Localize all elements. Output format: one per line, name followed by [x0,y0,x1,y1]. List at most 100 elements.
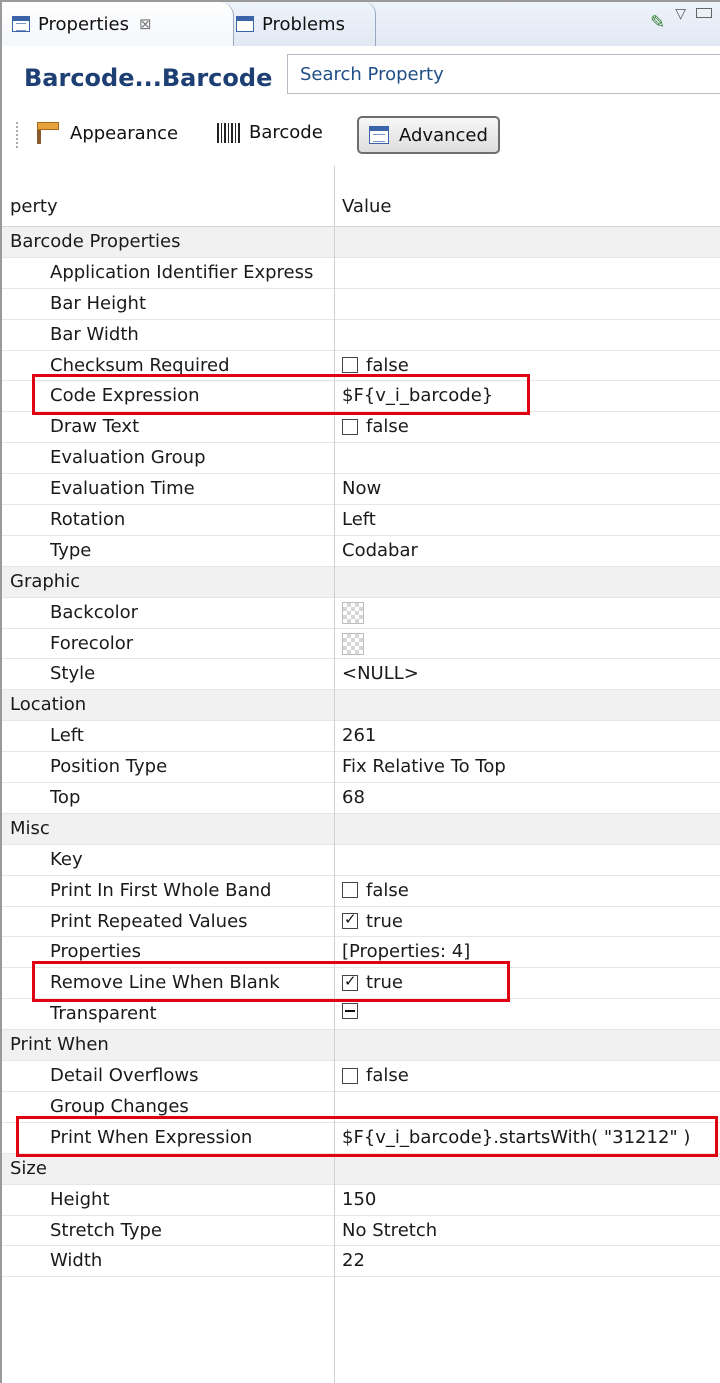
toolbar-grip[interactable] [16,122,21,148]
category-row[interactable]: Size [2,1153,720,1185]
property-row[interactable]: Forecolor [2,629,720,660]
property-value-cell[interactable]: true [342,910,403,932]
property-name: Properties [50,941,141,963]
color-swatch[interactable] [342,601,364,624]
value-checkbox[interactable] [342,1067,358,1084]
appearance-label: Appearance [70,122,179,144]
property-value-cell[interactable] [342,1003,366,1020]
property-value-cell[interactable]: No Stretch [342,1220,437,1241]
property-row[interactable]: Top 68 [2,783,720,814]
property-name: Group Changes [50,1095,189,1117]
category-row[interactable]: Barcode Properties [2,227,720,258]
category-label: Location [10,694,87,716]
property-value-cell[interactable]: <NULL> [342,663,419,684]
column-property-header[interactable]: perty [10,196,58,217]
property-name: Print In First Whole Band [50,879,272,901]
advanced-icon [369,126,389,144]
table-header: perty Value [2,166,720,227]
property-value-cell[interactable]: 68 [342,787,365,808]
property-value-cell[interactable]: false [342,416,409,437]
property-value: 150 [342,1188,377,1210]
appearance-tab-button[interactable]: Appearance [34,122,178,144]
property-row[interactable]: Application Identifier Express [2,258,720,289]
value-checkbox[interactable] [342,882,358,899]
property-row[interactable]: Height 150 [2,1185,720,1216]
category-label: Graphic [10,570,81,592]
properties-view-icon [12,16,30,32]
property-value: Fix Relative To Top [342,756,506,778]
property-name: Evaluation Time [50,478,195,500]
category-label: Barcode Properties [10,231,181,252]
property-row[interactable]: Bar Height [2,289,720,320]
property-value-cell[interactable]: Left [342,509,376,530]
advanced-tab-button[interactable]: Advanced [357,116,500,154]
barcode-icon [217,122,241,143]
category-row[interactable]: Print When [2,1030,720,1062]
property-value: [Properties: 4] [342,941,471,963]
property-name: Width [50,1250,103,1272]
tab-properties[interactable]: Properties ⊠ [2,2,234,46]
property-value: false [366,416,409,438]
value-checkbox[interactable] [342,910,358,930]
property-row[interactable]: Print In First Whole Band false [2,876,720,907]
pin-icon[interactable]: ✎ [650,12,665,33]
barcode-tab-button[interactable]: Barcode [217,122,323,143]
property-value-cell[interactable] [342,601,364,624]
property-row[interactable]: Left 261 [2,721,720,753]
property-row[interactable]: Evaluation Group [2,443,720,475]
property-name: Print Repeated Values [50,910,248,932]
property-value-cell[interactable] [342,632,364,655]
property-value-cell[interactable]: false [342,880,409,901]
column-divider[interactable] [334,166,335,1383]
close-icon[interactable]: ⊠ [139,15,152,33]
section-toolbar: Appearance Barcode Advanced [2,106,720,167]
property-row[interactable]: Draw Text false [2,412,720,444]
property-value-cell[interactable]: 150 [342,1189,376,1210]
column-value-header[interactable]: Value [342,196,391,217]
color-swatch[interactable] [342,632,364,655]
highlight-box [32,374,530,416]
property-value: true [366,910,403,932]
property-value: false [366,354,409,376]
property-value-cell[interactable]: false [342,1065,409,1086]
category-row[interactable]: Misc [2,813,720,845]
property-row[interactable]: Rotation Left [2,505,720,536]
property-row[interactable]: Transparent [2,999,720,1031]
property-value-cell[interactable]: [Properties: 4] [342,941,470,962]
property-row[interactable]: Key [2,845,720,876]
property-row[interactable]: Type Codabar [2,536,720,567]
property-value: <NULL> [342,663,419,685]
category-row[interactable]: Graphic [2,566,720,598]
value-checkbox[interactable] [342,1003,358,1020]
element-title: Barcode...Barcode [24,64,273,92]
property-row[interactable]: Backcolor [2,598,720,629]
property-value-cell[interactable]: Codabar [342,540,418,561]
property-name: Left [50,725,84,747]
property-value-cell[interactable]: 261 [342,725,376,746]
category-row[interactable]: Location [2,690,720,722]
search-property-input[interactable]: Search Property [287,54,720,94]
property-value-cell[interactable]: Now [342,478,381,499]
tab-problems[interactable]: Problems [226,2,376,46]
value-checkbox[interactable] [342,418,358,435]
property-name: Height [50,1188,110,1210]
appearance-icon [34,122,60,144]
property-name: Transparent [50,1003,157,1025]
property-name: Evaluation Group [50,447,206,469]
property-row[interactable]: Detail Overflows false [2,1061,720,1092]
property-row[interactable]: Evaluation Time Now [2,474,720,506]
property-value: Now [342,478,382,500]
property-name: Bar Width [50,323,139,345]
property-row[interactable]: Position Type Fix Relative To Top [2,752,720,784]
property-row[interactable]: Bar Width [2,320,720,351]
value-checkbox[interactable] [342,357,358,374]
property-row[interactable]: Style <NULL> [2,659,720,691]
property-value-cell[interactable]: 22 [342,1250,365,1271]
property-row[interactable]: Stretch Type No Stretch [2,1216,720,1247]
property-value-cell[interactable]: false [342,355,409,376]
property-row[interactable]: Print Repeated Values true [2,907,720,938]
view-menu-icon[interactable]: ▽ [675,6,686,22]
minimize-icon[interactable] [696,8,712,18]
property-value-cell[interactable]: Fix Relative To Top [342,756,506,777]
property-row[interactable]: Width 22 [2,1246,720,1278]
